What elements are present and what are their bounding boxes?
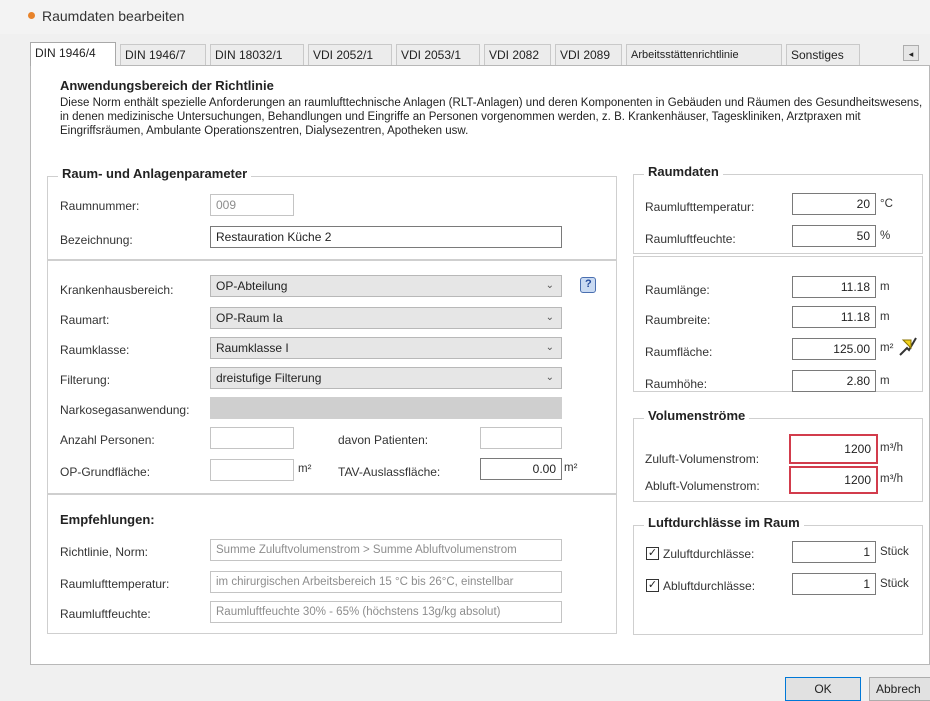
abluftdurchlaesse-checkbox[interactable]: ✓ (646, 579, 659, 592)
flaeche-label: Raumfläche: (645, 345, 713, 359)
richtlinie-field[interactable]: Summe Zuluftvolumenstrom > Summe Abluftv… (210, 539, 562, 561)
chevron-down-icon: ⌄ (545, 280, 554, 291)
hoehe-label: Raumhöhe: (645, 377, 708, 391)
zuluftdurchlaesse-label: Zuluftdurchlässe: (663, 547, 755, 561)
temp-unit: °C (880, 198, 893, 210)
cancel-button[interactable]: Abbrech (869, 677, 930, 701)
raumklasse-select[interactable]: Raumklasse I ⌄ (210, 337, 562, 359)
tab-sonstiges[interactable]: Sonstiges (786, 44, 860, 65)
krankenhausbereich-select[interactable]: OP-Abteilung ⌄ (210, 275, 562, 297)
breite-label: Raumbreite: (645, 313, 711, 327)
temp-label: Raumlufttemperatur: (645, 200, 755, 214)
laenge-label: Raumlänge: (645, 283, 710, 297)
raumnummer-field[interactable]: 009 (210, 194, 294, 216)
krankenhausbereich-label: Krankenhausbereich: (60, 283, 174, 297)
tav-unit: m² (564, 462, 578, 474)
volumen-title: Volumenströme (644, 408, 750, 423)
feuchte-field[interactable]: 50 (792, 225, 876, 247)
tab-scroll-left-button[interactable]: ◂ (903, 45, 919, 61)
op-grundflaeche-label: OP-Grundfläche: (60, 465, 151, 479)
params-group-title: Raum- und Anlagenparameter (58, 166, 252, 181)
calculate-area-icon[interactable] (898, 335, 918, 357)
chevron-down-icon: ⌄ (545, 372, 554, 383)
zuluft-volumen-unit: m³/h (880, 442, 903, 454)
tab-din-18032-1[interactable]: DIN 18032/1 (210, 44, 304, 65)
zuluftdurchlaesse-field[interactable]: 1 (792, 541, 876, 563)
breite-field[interactable]: 11.18 (792, 306, 876, 328)
scope-title: Anwendungsbereich der Richtlinie (60, 78, 274, 93)
filterung-select[interactable]: dreistufige Filterung ⌄ (210, 367, 562, 389)
raumklasse-value: Raumklasse I (216, 341, 289, 355)
zuluftdurchlaesse-unit: Stück (880, 546, 909, 558)
tab-vdi-2052-1[interactable]: VDI 2052/1 (308, 44, 392, 65)
hoehe-field[interactable]: 2.80 (792, 370, 876, 392)
window-title: Raumdaten bearbeiten (42, 8, 185, 24)
recommend-title: Empfehlungen: (60, 512, 155, 527)
app-dot-icon (28, 12, 35, 19)
abluft-volumen-field[interactable]: 1200 (789, 466, 878, 494)
tab-strip: DIN 1946/4 DIN 1946/7 DIN 18032/1 VDI 20… (30, 42, 930, 66)
personen-label: Anzahl Personen: (60, 433, 155, 447)
personen-field[interactable] (210, 427, 294, 449)
zuluft-volumen-field[interactable]: 1200 (789, 434, 878, 464)
patienten-label: davon Patienten: (338, 433, 429, 447)
scope-description: Diese Norm enthält spezielle Anforderung… (60, 97, 923, 137)
laenge-field[interactable]: 11.18 (792, 276, 876, 298)
raumdaten-title: Raumdaten (644, 164, 723, 179)
abluftdurchlaesse-label: Abluftdurchlässe: (663, 579, 756, 593)
hoehe-unit: m (880, 375, 890, 387)
abluftdurchlaesse-field[interactable]: 1 (792, 573, 876, 595)
krankenhausbereich-value: OP-Abteilung (216, 279, 288, 293)
narkose-select[interactable] (210, 397, 562, 419)
bezeichnung-field[interactable]: Restauration Küche 2 (210, 226, 562, 248)
narkose-label: Narkosegasanwendung: (60, 403, 190, 417)
abluftdurchlaesse-unit: Stück (880, 578, 909, 590)
bezeichnung-label: Bezeichnung: (60, 233, 133, 247)
raumart-select[interactable]: OP-Raum Ia ⌄ (210, 307, 562, 329)
feuchte-unit: % (880, 230, 891, 242)
chevron-down-icon: ⌄ (545, 342, 554, 353)
tab-din-1946-4[interactable]: DIN 1946/4 (30, 42, 116, 66)
op-grundflaeche-unit: m² (298, 463, 312, 475)
rec-feuchte-label: Raumluftfeuchte: (60, 607, 151, 621)
help-icon[interactable] (580, 277, 596, 293)
raumnummer-label: Raumnummer: (60, 199, 140, 213)
chevron-down-icon: ⌄ (545, 312, 554, 323)
raumart-value: OP-Raum Ia (216, 311, 283, 325)
op-grundflaeche-field[interactable] (210, 459, 294, 481)
breite-unit: m (880, 311, 890, 323)
zuluftdurchlaesse-checkbox[interactable]: ✓ (646, 547, 659, 560)
rec-temperatur-field[interactable]: im chirurgischen Arbeitsbereich 15 °C bi… (210, 571, 562, 593)
tav-field[interactable]: 0.00 (480, 458, 562, 480)
laenge-unit: m (880, 281, 890, 293)
temp-field[interactable]: 20 (792, 193, 876, 215)
feuchte-label: Raumluftfeuchte: (645, 232, 736, 246)
raumart-label: Raumart: (60, 313, 110, 327)
filterung-label: Filterung: (60, 373, 111, 387)
durchlaesse-title: Luftdurchlässe im Raum (644, 515, 804, 530)
rec-feuchte-field[interactable]: Raumluftfeuchte 30% - 65% (höchstens 13g… (210, 601, 562, 623)
ok-button[interactable]: OK (785, 677, 861, 701)
rec-temperatur-label: Raumlufttemperatur: (60, 577, 170, 591)
abluft-volumen-unit: m³/h (880, 473, 903, 485)
tab-vdi-2082[interactable]: VDI 2082 (484, 44, 551, 65)
filterung-value: dreistufige Filterung (216, 371, 322, 385)
richtlinie-label: Richtlinie, Norm: (60, 545, 149, 559)
zuluft-volumen-label: Zuluft-Volumenstrom: (645, 452, 760, 466)
tab-arbeitsstaettenrichtlinie[interactable]: Arbeitsstättenrichtlinie (626, 44, 782, 65)
raumklasse-label: Raumklasse: (60, 343, 130, 357)
abluft-volumen-label: Abluft-Volumenstrom: (645, 479, 760, 493)
patienten-field[interactable] (480, 427, 562, 449)
tab-vdi-2089[interactable]: VDI 2089 (555, 44, 622, 65)
flaeche-field[interactable]: 125.00 (792, 338, 876, 360)
tab-vdi-2053-1[interactable]: VDI 2053/1 (396, 44, 480, 65)
tav-label: TAV-Auslassfläche: (338, 465, 441, 479)
tab-din-1946-7[interactable]: DIN 1946/7 (120, 44, 206, 65)
flaeche-unit: m² (880, 342, 894, 354)
